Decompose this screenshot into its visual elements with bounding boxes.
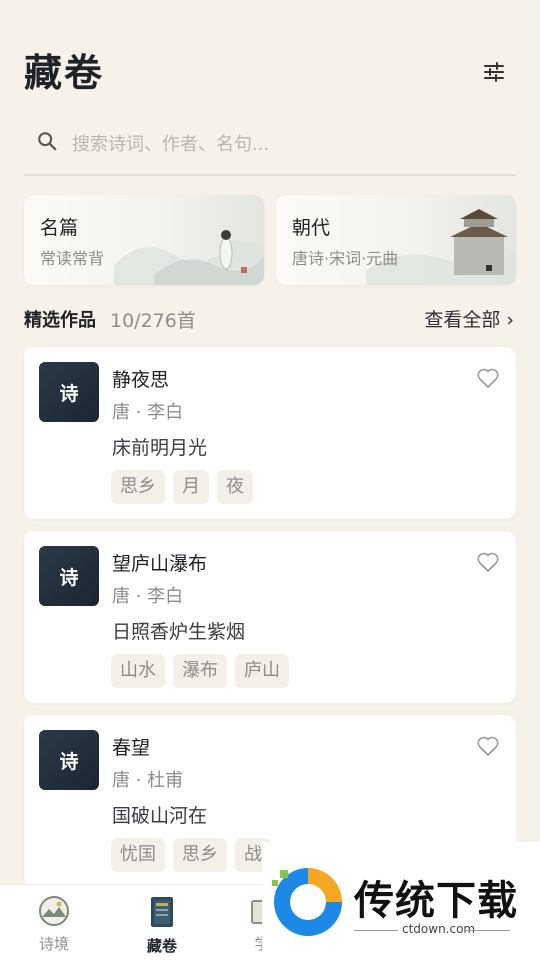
poem-first-line: 床前明月光 bbox=[112, 437, 208, 459]
poem-tag[interactable]: 山水 bbox=[111, 654, 165, 688]
poem-tag[interactable]: 月 bbox=[173, 470, 209, 504]
category-name: 名篇 bbox=[40, 217, 79, 239]
watermark-divider bbox=[466, 930, 510, 931]
poem-author: 唐 · 李白 bbox=[112, 402, 184, 423]
view-all-link[interactable]: 查看全部 › bbox=[424, 305, 514, 332]
section-title: 精选作品 bbox=[24, 310, 96, 331]
poem-first-line: 国破山河在 bbox=[112, 805, 208, 827]
book-icon bbox=[151, 897, 173, 927]
favorite-heart-icon[interactable] bbox=[476, 367, 500, 389]
palace-painting-image bbox=[366, 209, 516, 285]
poem-card[interactable]: 诗 静夜思 唐 · 李白 床前明月光 思乡 月 夜 bbox=[24, 347, 516, 519]
poem-type-badge: 诗 bbox=[39, 546, 99, 606]
poem-title: 望庐山瀑布 bbox=[112, 553, 208, 575]
nav-label: 诗境 bbox=[38, 935, 69, 953]
watermark-url: ctdown.com bbox=[402, 922, 476, 936]
poem-author: 唐 · 李白 bbox=[112, 586, 184, 607]
poem-title: 静夜思 bbox=[112, 369, 170, 391]
search-bar[interactable]: 搜索诗词、作者、名句... bbox=[24, 116, 516, 176]
search-input[interactable]: 搜索诗词、作者、名句... bbox=[72, 130, 269, 156]
poem-tag[interactable]: 思乡 bbox=[111, 470, 165, 504]
category-subtitle: 常读常背 bbox=[40, 249, 105, 268]
poem-tag[interactable]: 庐山 bbox=[235, 654, 289, 688]
nav-item-collection[interactable]: 藏卷 bbox=[122, 895, 202, 956]
page-title: 藏卷 bbox=[24, 51, 105, 95]
favorite-heart-icon[interactable] bbox=[476, 551, 500, 573]
category-subtitle: 唐诗·宋词·元曲 bbox=[292, 249, 399, 268]
filter-settings-button[interactable] bbox=[482, 60, 506, 84]
category-name: 朝代 bbox=[292, 217, 331, 239]
nav-item-poetry-scene[interactable]: 诗境 bbox=[14, 895, 94, 954]
sliders-icon bbox=[484, 62, 504, 82]
watermark-overlay: 传统下载 ctdown.com bbox=[262, 842, 540, 960]
poem-tag[interactable]: 瀑布 bbox=[173, 654, 227, 688]
search-icon bbox=[38, 132, 57, 151]
watermark-divider bbox=[354, 930, 398, 931]
poem-card[interactable]: 诗 望庐山瀑布 唐 · 李白 日照香炉生紫烟 山水 瀑布 庐山 bbox=[24, 531, 516, 703]
poem-title: 春望 bbox=[112, 737, 151, 759]
poem-first-line: 日照香炉生紫烟 bbox=[112, 621, 246, 643]
poem-type-badge: 诗 bbox=[39, 362, 99, 422]
poem-tag[interactable]: 夜 bbox=[217, 470, 253, 504]
watermark-logo-icon bbox=[272, 868, 342, 936]
poem-tag[interactable]: 思乡 bbox=[173, 838, 227, 872]
watermark-text: 传统下载 bbox=[354, 878, 518, 924]
landscape-painting-image bbox=[114, 230, 264, 285]
poem-tag[interactable]: 忧国 bbox=[111, 838, 165, 872]
favorite-heart-icon[interactable] bbox=[476, 735, 500, 757]
poem-type-badge: 诗 bbox=[39, 730, 99, 790]
nav-label: 藏卷 bbox=[146, 937, 177, 955]
landscape-icon bbox=[39, 896, 69, 926]
category-card-famous[interactable]: 名篇 常读常背 bbox=[24, 195, 264, 285]
poem-author: 唐 · 杜甫 bbox=[112, 770, 184, 791]
section-count: 10/276首 bbox=[110, 310, 196, 332]
category-card-dynasty[interactable]: 朝代 唐诗·宋词·元曲 bbox=[276, 195, 516, 285]
